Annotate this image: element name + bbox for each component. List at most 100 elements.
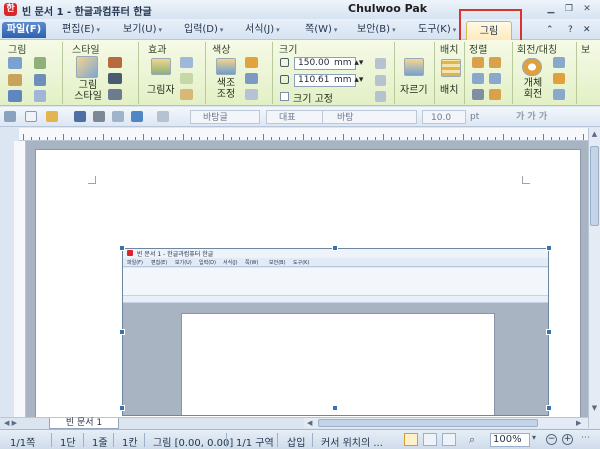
shadow-label[interactable]: 그림자 <box>147 81 175 96</box>
vertical-scroll-thumb[interactable] <box>590 146 599 226</box>
replace-picture-icon[interactable] <box>8 74 22 86</box>
print-icon[interactable] <box>93 111 105 122</box>
width-unit[interactable]: mm ▴▾ <box>334 58 363 68</box>
brightness-icon[interactable] <box>245 57 258 68</box>
same-size-icon[interactable] <box>375 91 386 102</box>
distribute-icon[interactable] <box>472 89 484 100</box>
scroll-right-icon[interactable]: ▶ <box>576 419 581 427</box>
menu-security[interactable]: 보안(B) ▾ <box>357 22 396 38</box>
zoom-dropdown-icon[interactable]: ▾ <box>532 433 536 442</box>
zoom-input[interactable]: 100% <box>490 433 530 447</box>
pasted-screenshot-picture[interactable]: 빈 문서 1 - 한글과컴퓨터 한글 파일(F) 편집(E) 보기(U) 입력(… <box>122 248 549 416</box>
reflection-icon[interactable] <box>180 89 193 100</box>
horizontal-scrollbar[interactable]: ◀ ▶ <box>304 417 588 428</box>
resize-handle-ne[interactable] <box>546 245 552 251</box>
menu-insert[interactable]: 입력(D) ▾ <box>184 22 223 38</box>
layout-icon[interactable] <box>441 59 461 77</box>
same-width-icon[interactable] <box>375 58 386 69</box>
flip-vertical-icon[interactable] <box>553 73 565 84</box>
reset-picture-icon[interactable] <box>34 90 46 102</box>
restore-icon[interactable]: ❐ <box>562 3 576 15</box>
crop-label[interactable]: 자르기 <box>400 81 428 96</box>
lock-size-label[interactable]: 크기 고정 <box>293 90 333 105</box>
glow-icon[interactable] <box>180 57 193 68</box>
picture-style-label[interactable]: 그림 스타일 <box>74 80 102 102</box>
flip-horizontal-icon[interactable] <box>553 57 565 68</box>
send-backward-icon[interactable] <box>489 57 501 68</box>
bold-italic-underline-buttons[interactable]: 가 가 가 <box>516 110 547 124</box>
resize-handle-s[interactable] <box>332 405 338 411</box>
redo-icon[interactable] <box>157 111 169 122</box>
view-page-icon[interactable] <box>423 433 437 446</box>
open-folder-icon[interactable] <box>46 111 58 122</box>
horizontal-ruler[interactable] <box>19 128 593 141</box>
layout-label[interactable]: 배치 <box>440 81 458 96</box>
save-picture-icon[interactable] <box>8 90 22 102</box>
vertical-scrollbar[interactable]: ▲ ▼ <box>588 128 600 428</box>
menu-format[interactable]: 서식(J) ▾ <box>245 22 280 38</box>
vertical-ruler[interactable] <box>14 141 26 417</box>
font-size-input[interactable]: 10.0 <box>422 110 466 124</box>
resize-handle-n[interactable] <box>332 245 338 251</box>
menu-view[interactable]: 보기(U) ▾ <box>123 22 162 38</box>
close-icon[interactable]: ✕ <box>580 3 594 15</box>
font-size-unit[interactable]: pt <box>470 110 479 124</box>
ungroup-icon[interactable] <box>489 89 501 100</box>
resize-handle-sw[interactable] <box>119 405 125 411</box>
preview-icon[interactable] <box>112 111 124 122</box>
menu-tools[interactable]: 도구(K) ▾ <box>418 22 456 38</box>
resize-handle-se[interactable] <box>546 405 552 411</box>
zoom-out-icon[interactable]: − <box>546 434 557 445</box>
style-dropdown[interactable]: 바탕글 <box>190 110 260 124</box>
picture-from-file-icon[interactable] <box>34 57 46 69</box>
file-menu[interactable]: 파일(F) <box>2 22 46 38</box>
picture-style-icon[interactable] <box>76 56 98 78</box>
object-rotate-label[interactable]: 개체 회전 <box>520 78 546 100</box>
scroll-left-icon[interactable]: ◀ <box>307 419 312 427</box>
line-type-icon[interactable] <box>108 73 122 84</box>
close-doc-icon[interactable]: ✕ <box>583 22 591 38</box>
same-height-icon[interactable] <box>375 75 386 86</box>
soft-edge-icon[interactable] <box>180 73 193 84</box>
font-dropdown[interactable]: 바탕 <box>322 110 417 124</box>
bring-forward-icon[interactable] <box>472 57 484 68</box>
lock-size-checkbox[interactable] <box>280 92 289 101</box>
hangul-app-icon[interactable]: 한 <box>4 3 17 16</box>
zoom-icon[interactable]: ⌕ <box>469 433 475 447</box>
horizontal-scroll-thumb[interactable] <box>318 419 538 427</box>
crop-icon[interactable] <box>404 58 424 76</box>
view-normal-icon[interactable] <box>404 433 418 446</box>
shadow-icon[interactable] <box>151 58 171 75</box>
contrast-icon[interactable] <box>245 73 258 84</box>
object-rotate-icon[interactable] <box>522 58 542 76</box>
height-unit[interactable]: mm ▴▾ <box>334 75 363 85</box>
group-object-icon[interactable] <box>489 73 501 84</box>
picture-effect-icon[interactable] <box>34 74 46 86</box>
resize-handle-w[interactable] <box>119 329 125 335</box>
toolbar-menu-icon[interactable] <box>4 111 16 122</box>
line-width-icon[interactable] <box>108 89 122 100</box>
tab-document-1[interactable]: 빈 문서 1 <box>49 418 119 429</box>
resize-handle-e[interactable] <box>546 329 552 335</box>
scroll-down-icon[interactable]: ▼ <box>590 404 599 413</box>
tab-prev-icon[interactable]: ◀ ▶ <box>4 419 17 427</box>
tab-picture[interactable]: 그림 <box>466 21 512 41</box>
menu-page[interactable]: 쪽(W) ▾ <box>305 22 337 38</box>
scroll-up-icon[interactable]: ▲ <box>590 130 599 139</box>
resize-handle-nw[interactable] <box>119 245 125 251</box>
ribbon-collapse-icon[interactable]: ⌃ <box>546 22 554 38</box>
status-options-icon[interactable]: ⋯ <box>581 433 590 443</box>
view-web-icon[interactable] <box>442 433 456 446</box>
align-icon[interactable] <box>472 73 484 84</box>
undo-icon[interactable] <box>131 111 143 122</box>
save-icon[interactable] <box>74 111 86 122</box>
rotate-free-icon[interactable] <box>553 89 565 100</box>
transparency-icon[interactable] <box>245 89 258 100</box>
help-icon[interactable]: ? <box>568 22 573 38</box>
menu-edit[interactable]: 편집(E) ▾ <box>62 22 100 38</box>
zoom-in-icon[interactable]: + <box>562 434 573 445</box>
status-insert-mode[interactable]: 삽입 <box>287 434 305 449</box>
insert-picture-icon[interactable] <box>8 57 22 69</box>
line-color-icon[interactable] <box>108 57 122 68</box>
color-adjust-label[interactable]: 색조 조정 <box>212 78 240 100</box>
